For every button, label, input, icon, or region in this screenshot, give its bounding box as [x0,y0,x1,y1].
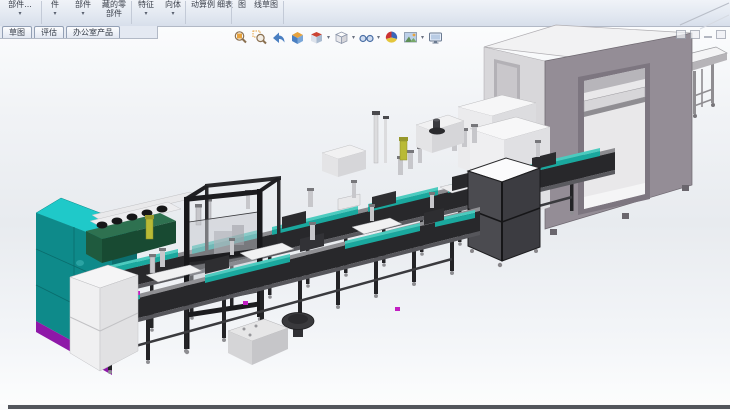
restore-window-icon[interactable] [676,30,686,39]
back-boxes [322,115,464,177]
dropdown-caret-icon[interactable]: ▾ [377,34,380,41]
view-settings-icon[interactable] [428,30,443,45]
front-white-boxes[interactable] [70,265,138,371]
tab-office-products[interactable]: 办公室产品 [66,26,120,38]
solidworks-window: 部件...▾ 件▾ 部件▾ 藏的零部件 特征▾ 向体▾ 动算例 细表 图 线草图… [0,0,730,410]
assembly-model [0,1,730,411]
graphics-viewport[interactable]: ▾ ▾ ▾ ▾ [0,26,730,404]
bottom-bar [0,404,730,410]
heads-up-view-toolbar: ▾ ▾ ▾ ▾ [233,30,443,45]
tab-sketch[interactable]: 草图 [2,26,32,38]
view-orientation-icon[interactable] [309,30,324,45]
window-menu-icon[interactable] [716,30,726,39]
zoom-to-fit-icon[interactable] [233,30,248,45]
dropdown-caret-icon[interactable]: ▾ [352,34,355,41]
dropdown-caret-icon[interactable]: ▾ [327,34,330,41]
apply-scene-icon[interactable] [403,30,418,45]
cabinet-hole [76,260,84,266]
command-manager-tabs: 草图 评估 办公室产品 [0,26,158,39]
zoom-to-area-icon[interactable] [252,30,267,45]
taskbar-edge [8,405,730,409]
corner-lines [680,3,729,29]
tab-evaluate[interactable]: 评估 [34,26,64,38]
hide-show-items-icon[interactable] [359,30,374,45]
dropdown-caret-icon[interactable]: ▾ [421,34,424,41]
previous-view-icon[interactable] [271,30,286,45]
display-style-icon[interactable] [334,30,349,45]
mdi-window-controls [676,30,726,39]
floor-junction-box[interactable] [228,319,288,365]
edit-appearance-icon[interactable] [384,30,399,45]
tall-posts [372,111,389,163]
section-view-icon[interactable] [290,30,305,45]
tile-window-icon[interactable] [690,30,700,39]
minimize-window-icon[interactable] [704,36,712,38]
